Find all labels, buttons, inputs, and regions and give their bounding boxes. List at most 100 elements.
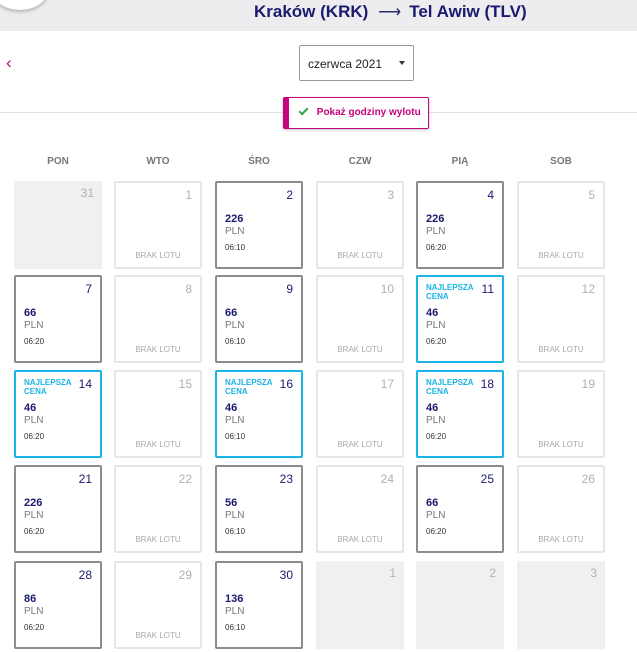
day-cell: 8 BRAK LOTU — [114, 275, 202, 363]
day-cell[interactable]: 4 226 PLN 06:20 — [416, 181, 504, 269]
fare-currency: PLN — [426, 510, 446, 521]
avatar[interactable] — [0, 0, 48, 10]
departure-time: 06:20 — [426, 527, 447, 536]
fare-price: 66 — [225, 307, 238, 319]
day-cell: 10 BRAK LOTU — [316, 275, 404, 363]
caret-down-icon — [399, 61, 405, 65]
fare-currency: PLN — [225, 320, 245, 331]
day-cell: 1 — [316, 561, 404, 649]
best-price-badge: NAJLEPSZA CENA — [24, 378, 72, 396]
fare-price: 46 — [24, 402, 37, 414]
day-number: 16 — [279, 377, 293, 391]
check-icon — [298, 105, 309, 116]
fare-price: 136 — [225, 593, 244, 605]
departure-time: 06:10 — [225, 527, 246, 536]
day-cell[interactable]: 25 66 PLN 06:20 — [416, 465, 504, 553]
fare-price: 56 — [225, 497, 238, 509]
fare-currency: PLN — [24, 320, 44, 331]
destination-airport: Tel Awiw (TLV) — [409, 2, 527, 21]
month-select-value: czerwca 2021 — [308, 57, 383, 71]
fare-price: 226 — [225, 213, 244, 225]
day-number: 30 — [279, 568, 293, 582]
day-cell[interactable]: 14 NAJLEPSZA CENA 46 PLN 06:20 — [14, 370, 102, 458]
departure-time: 06:20 — [426, 432, 447, 441]
day-cell: 2 — [416, 561, 504, 649]
departure-time: 06:10 — [225, 337, 246, 346]
day-number: 26 — [581, 472, 595, 486]
day-cell: 22 BRAK LOTU — [114, 465, 202, 553]
day-number: 29 — [178, 568, 192, 582]
departure-time: 06:20 — [24, 432, 45, 441]
no-flight-label: BRAK LOTU — [135, 251, 181, 260]
no-flight-label: BRAK LOTU — [135, 440, 181, 449]
departure-time: 06:20 — [24, 337, 45, 346]
best-price-badge: NAJLEPSZA CENA — [426, 378, 474, 396]
day-number: 12 — [581, 282, 595, 296]
fare-price: 86 — [24, 593, 37, 605]
departure-time: 06:10 — [225, 243, 246, 252]
day-number: 3 — [590, 566, 597, 580]
day-cell[interactable]: 30 136 PLN 06:10 — [215, 561, 303, 649]
day-cell[interactable]: 21 226 PLN 06:20 — [14, 465, 102, 553]
departure-time: 06:20 — [24, 527, 45, 536]
fare-price: 226 — [24, 497, 43, 509]
day-cell[interactable]: 23 56 PLN 06:10 — [215, 465, 303, 553]
no-flight-label: BRAK LOTU — [135, 345, 181, 354]
month-select[interactable]: czerwca 2021 — [299, 45, 414, 81]
fare-currency: PLN — [24, 415, 44, 426]
fare-currency: PLN — [426, 320, 446, 331]
day-cell[interactable]: 16 NAJLEPSZA CENA 46 PLN 06:10 — [215, 370, 303, 458]
day-number: 22 — [178, 472, 192, 486]
day-cell: 3 — [517, 561, 605, 649]
day-cell[interactable]: 18 NAJLEPSZA CENA 46 PLN 06:20 — [416, 370, 504, 458]
back-chevron-icon[interactable]: ‹ — [6, 54, 12, 72]
best-price-badge: NAJLEPSZA CENA — [225, 378, 273, 396]
fare-currency: PLN — [426, 415, 446, 426]
day-cell: 12 BRAK LOTU — [517, 275, 605, 363]
day-number: 15 — [178, 377, 192, 391]
departure-time: 06:20 — [426, 243, 447, 252]
day-cell[interactable]: 7 66 PLN 06:20 — [14, 275, 102, 363]
day-cell: 3 BRAK LOTU — [316, 181, 404, 269]
fare-currency: PLN — [24, 510, 44, 521]
day-number: 11 — [481, 282, 494, 296]
fare-currency: PLN — [225, 606, 245, 617]
route-arrow-icon: ⟶ — [378, 4, 402, 21]
day-cell[interactable]: 28 86 PLN 06:20 — [14, 561, 102, 649]
no-flight-label: BRAK LOTU — [337, 345, 383, 354]
day-cell: 29 BRAK LOTU — [114, 561, 202, 649]
day-cell[interactable]: 11 NAJLEPSZA CENA 46 PLN 06:20 — [416, 275, 504, 363]
fare-price: 46 — [426, 402, 439, 414]
show-departure-times-toggle[interactable]: Pokaż godziny wylotu — [283, 97, 429, 129]
day-cell: 26 BRAK LOTU — [517, 465, 605, 553]
day-cell: 24 BRAK LOTU — [316, 465, 404, 553]
no-flight-label: BRAK LOTU — [337, 535, 383, 544]
day-number: 25 — [480, 472, 494, 486]
day-cell[interactable]: 2 226 PLN 06:10 — [215, 181, 303, 269]
weekday-pon: PON — [47, 156, 69, 167]
day-number: 3 — [387, 188, 394, 202]
day-number: 24 — [380, 472, 394, 486]
day-number: 5 — [588, 188, 595, 202]
departure-time: 06:10 — [225, 432, 246, 441]
fare-price: 46 — [225, 402, 238, 414]
departure-time: 06:20 — [24, 623, 45, 632]
day-number: 8 — [185, 282, 192, 296]
day-number: 9 — [286, 282, 293, 296]
day-cell: 17 BRAK LOTU — [316, 370, 404, 458]
day-number: 21 — [78, 472, 92, 486]
day-cell: 19 BRAK LOTU — [517, 370, 605, 458]
day-number: 14 — [78, 377, 92, 391]
departure-time: 06:20 — [426, 337, 447, 346]
departure-time: 06:10 — [225, 623, 246, 632]
toggle-label: Pokaż godziny wylotu — [316, 107, 421, 118]
day-number: 19 — [581, 377, 595, 391]
day-cell[interactable]: 9 66 PLN 06:10 — [215, 275, 303, 363]
fare-price: 226 — [426, 213, 445, 225]
fare-currency: PLN — [426, 226, 446, 237]
fare-price: 66 — [24, 307, 37, 319]
no-flight-label: BRAK LOTU — [538, 440, 584, 449]
weekday-śro: ŚRO — [248, 156, 270, 167]
day-number: 1 — [389, 566, 396, 580]
day-cell: 31 — [14, 181, 102, 269]
